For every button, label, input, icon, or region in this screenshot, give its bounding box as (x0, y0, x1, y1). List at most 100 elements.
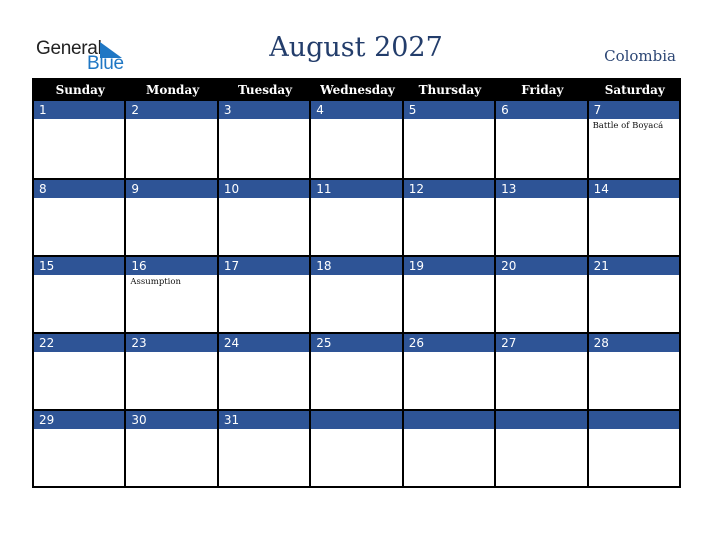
day-cell: 7 Battle of Boyacá (588, 101, 681, 178)
day-number: 4 (311, 101, 402, 119)
day-number (403, 411, 495, 429)
day-number: 25 (311, 334, 402, 352)
holiday-event (589, 198, 679, 200)
day-number: 1 (34, 101, 125, 119)
holiday-event (126, 352, 216, 354)
holiday-event (219, 352, 309, 354)
day-cell: 21 (588, 257, 681, 332)
day-cell: 24 (218, 334, 312, 409)
holiday-event (404, 119, 494, 121)
day-number: 27 (496, 334, 587, 352)
holiday-event (311, 352, 401, 354)
weekday-sunday: Sunday (55, 83, 105, 97)
weekday-wednesday: Wednesday (320, 83, 395, 97)
week-row: 8 9 10 11 12 13 14 (34, 178, 681, 255)
country-label: Colombia (604, 47, 676, 65)
day-number: 12 (403, 180, 495, 198)
holiday-event (219, 119, 309, 121)
day-cell: 4 (311, 101, 404, 178)
day-cell: 5 (403, 101, 497, 178)
holiday-event (126, 119, 216, 121)
day-number: 19 (403, 257, 495, 275)
day-number: 6 (496, 101, 587, 119)
weekday-friday: Friday (521, 83, 564, 97)
holiday-event (34, 429, 124, 431)
holiday-event (126, 198, 216, 200)
holiday-event (404, 429, 494, 431)
day-number: 16 (126, 257, 217, 275)
day-cell: 25 (311, 334, 404, 409)
holiday-event (311, 275, 401, 277)
day-number: 9 (126, 180, 217, 198)
day-cell: 17 (218, 257, 312, 332)
day-cell: 19 (403, 257, 497, 332)
day-number: 24 (218, 334, 310, 352)
day-cell: 11 (311, 180, 404, 255)
day-number: 10 (218, 180, 310, 198)
weekday-tuesday: Tuesday (238, 83, 293, 97)
week-row: 29 30 31 (34, 409, 681, 486)
day-cell: 23 (126, 334, 219, 409)
holiday-event (404, 275, 494, 277)
day-cell: 22 (34, 334, 127, 409)
day-cell (588, 411, 681, 486)
weekday-thursday: Thursday (418, 83, 482, 97)
holiday-event (496, 198, 586, 200)
week-row: 22 23 24 25 26 27 28 (34, 332, 681, 409)
day-number: 11 (311, 180, 402, 198)
day-number: 5 (403, 101, 495, 119)
weekday-monday: Monday (146, 83, 200, 97)
day-cell: 2 (126, 101, 219, 178)
day-number: 2 (126, 101, 217, 119)
holiday-event (589, 352, 679, 354)
holiday-event: Assumption (130, 277, 181, 287)
day-number: 21 (588, 257, 679, 275)
day-number: 26 (403, 334, 495, 352)
holiday-event: Battle of Boyacá (592, 121, 664, 131)
holiday-event (311, 198, 401, 200)
day-number: 23 (126, 334, 217, 352)
calendar-grid: Sunday Monday Tuesday Wednesday Thursday… (32, 78, 681, 488)
holiday-event (496, 429, 586, 431)
day-number: 22 (34, 334, 125, 352)
day-number (588, 411, 679, 429)
day-cell: 8 (34, 180, 127, 255)
week-row: 1 2 3 4 5 6 7 Battle of Boyacá (34, 101, 681, 178)
holiday-event (219, 429, 309, 431)
day-number: 31 (218, 411, 310, 429)
day-cell: 9 (126, 180, 219, 255)
day-cell: 18 (311, 257, 404, 332)
day-cell: 20 (496, 257, 589, 332)
day-cell: 12 (403, 180, 497, 255)
day-cell: 14 (588, 180, 681, 255)
day-cell: 26 (403, 334, 497, 409)
day-cell (311, 411, 404, 486)
week-row: 15 16 Assumption 17 18 19 20 21 (34, 255, 681, 332)
day-cell: 3 (218, 101, 312, 178)
day-cell: 15 (34, 257, 127, 332)
holiday-event (404, 352, 494, 354)
day-number: 3 (218, 101, 310, 119)
day-number (496, 411, 587, 429)
day-number: 13 (496, 180, 587, 198)
holiday-event (34, 275, 124, 277)
holiday-event (34, 352, 124, 354)
holiday-event (34, 119, 124, 121)
weekday-saturday: Saturday (604, 83, 665, 97)
day-cell (496, 411, 589, 486)
day-number: 18 (311, 257, 402, 275)
day-cell: 1 (34, 101, 127, 178)
day-cell: 27 (496, 334, 589, 409)
weekday-header: Sunday Monday Tuesday Wednesday Thursday… (34, 78, 681, 101)
holiday-event (311, 119, 401, 121)
holiday-event (404, 198, 494, 200)
holiday-event (219, 198, 309, 200)
day-number: 7 (588, 101, 679, 119)
day-number: 14 (588, 180, 679, 198)
day-cell: 31 (218, 411, 312, 486)
day-cell: 28 (588, 334, 681, 409)
day-cell: 10 (218, 180, 312, 255)
day-number: 28 (588, 334, 679, 352)
holiday-event (589, 429, 679, 431)
holiday-event (496, 352, 586, 354)
